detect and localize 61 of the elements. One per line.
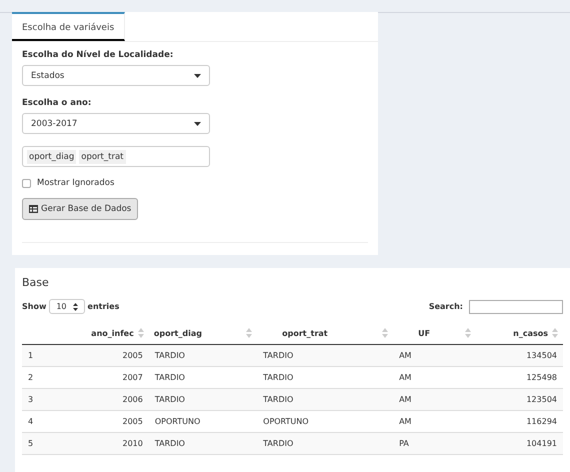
search-field[interactable] bbox=[469, 300, 563, 314]
table-cell: TARDIO bbox=[154, 439, 185, 448]
table-cell: TARDIO bbox=[263, 439, 294, 448]
field-label: Escolha do Nível de Localidade: bbox=[22, 50, 174, 60]
generate-button[interactable]: Gerar Base de Dados bbox=[22, 198, 138, 220]
table-cell: TARDIO bbox=[154, 395, 185, 404]
tab[interactable]: Escolha de variáveis bbox=[12, 12, 126, 41]
sort-icon bbox=[552, 328, 558, 338]
table-cell: OPORTUNO bbox=[154, 417, 200, 426]
table-cell: 125498 bbox=[526, 373, 557, 382]
table-cell: 116294 bbox=[526, 417, 557, 426]
field-label: Escolha o ano: bbox=[22, 98, 92, 108]
variables-field[interactable]: oport_diag oport_trat bbox=[22, 146, 210, 167]
sort-icon bbox=[138, 328, 144, 338]
table-cell: TARDIO bbox=[154, 373, 185, 382]
table-cell: 2 bbox=[28, 373, 34, 382]
column-header[interactable]: n_casos bbox=[513, 328, 548, 338]
checkbox-label: Mostrar Ignorados bbox=[37, 178, 114, 188]
table-cell: PA bbox=[399, 439, 409, 448]
sort-icon bbox=[382, 328, 388, 338]
table-cell: 2010 bbox=[122, 439, 143, 448]
table-cell: 4 bbox=[28, 417, 34, 426]
table-cell: TARDIO bbox=[263, 395, 294, 404]
year-select[interactable]: 2003-2017 bbox=[22, 113, 210, 134]
table-cell: 2007 bbox=[122, 373, 143, 382]
table-cell: TARDIO bbox=[263, 373, 294, 382]
table-cell: AM bbox=[399, 395, 412, 404]
table-icon bbox=[29, 205, 38, 213]
sort-icon bbox=[246, 328, 252, 338]
caret-icon bbox=[194, 122, 201, 126]
checkbox[interactable] bbox=[22, 178, 31, 188]
table-cell: 1 bbox=[28, 351, 34, 360]
table-cell: 134504 bbox=[526, 351, 557, 360]
table-cell: OPORTUNO bbox=[263, 417, 309, 426]
locality-select[interactable]: Estados bbox=[22, 65, 210, 86]
table-cell: 123504 bbox=[526, 395, 557, 404]
sort-icon bbox=[464, 328, 471, 338]
column-header[interactable]: oport_trat bbox=[262, 328, 328, 338]
table-cell: 2005 bbox=[122, 351, 143, 360]
table-cell: AM bbox=[399, 373, 412, 382]
table-cell: 104191 bbox=[526, 439, 557, 448]
column-header[interactable]: oport_diag bbox=[154, 328, 202, 338]
show-label: Show bbox=[22, 302, 46, 311]
page-size-select[interactable]: 10 bbox=[49, 299, 85, 314]
search-label: Search: bbox=[428, 302, 463, 311]
column-header[interactable]: ano_infec bbox=[91, 328, 134, 338]
table-cell: 3 bbox=[28, 395, 34, 404]
table-cell: TARDIO bbox=[263, 351, 294, 360]
table-cell: 5 bbox=[28, 439, 34, 448]
spinner-icon bbox=[72, 302, 78, 310]
entries-label: entries bbox=[88, 302, 120, 311]
table-cell: AM bbox=[399, 351, 412, 360]
section-title: Base bbox=[22, 276, 50, 289]
table-cell: 2005 bbox=[122, 417, 143, 426]
variable-tag[interactable]: oport_trat bbox=[79, 150, 126, 164]
variable-tag[interactable]: oport_diag bbox=[27, 150, 76, 164]
table-cell: TARDIO bbox=[154, 351, 185, 360]
caret-icon bbox=[194, 74, 201, 78]
column-header[interactable]: UF bbox=[398, 328, 430, 338]
table-cell: 2006 bbox=[122, 395, 143, 404]
table-cell: AM bbox=[399, 417, 412, 426]
